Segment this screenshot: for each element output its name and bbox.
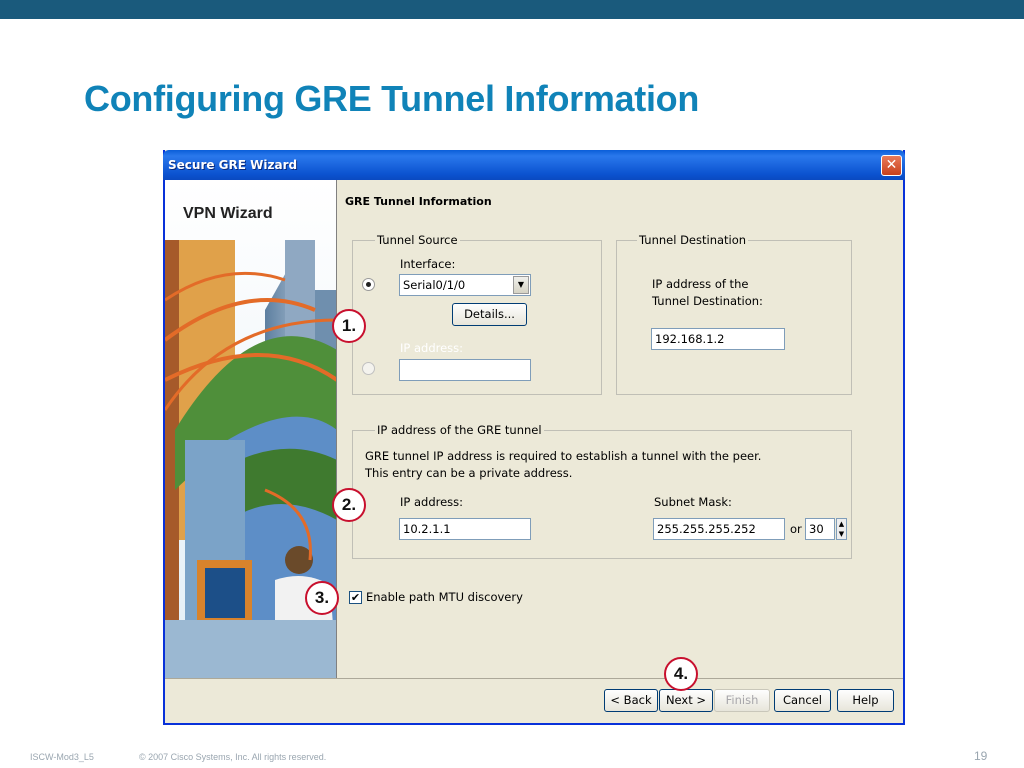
gre-desc-line2: This entry can be a private address. [365, 466, 573, 480]
interface-select-value: Serial0/1/0 [403, 278, 466, 292]
prefix-spinner[interactable]: ▲ ▼ [836, 518, 847, 540]
back-button[interactable]: < Back [604, 689, 658, 712]
help-button[interactable]: Help [837, 689, 894, 712]
or-label: or [790, 522, 802, 536]
step-1-badge: 1. [332, 309, 366, 343]
mtu-label: Enable path MTU discovery [366, 590, 523, 604]
gre-tunnel-legend: IP address of the GRE tunnel [377, 423, 542, 437]
step-2-badge: 2. [332, 488, 366, 522]
interface-radio[interactable] [362, 278, 375, 291]
close-button[interactable]: ✕ [881, 155, 902, 176]
finish-button[interactable]: Finish [714, 689, 770, 712]
bottom-separator [165, 678, 903, 679]
gre-ip-input[interactable]: 10.2.1.1 [399, 518, 531, 540]
slide-title: Configuring GRE Tunnel Information [84, 78, 700, 119]
destination-desc-line2: Tunnel Destination: [652, 294, 763, 308]
ip-address-radio[interactable] [362, 362, 375, 375]
next-button[interactable]: Next > [659, 689, 713, 712]
mtu-checkbox[interactable]: ✔ [349, 591, 362, 604]
section-title: GRE Tunnel Information [345, 195, 492, 208]
page-number: 19 [974, 749, 988, 763]
wizard-content: GRE Tunnel Information Tunnel Source Int… [337, 180, 903, 678]
tunnel-destination-legend: Tunnel Destination [639, 233, 747, 247]
interface-label: Interface: [400, 257, 456, 271]
source-ip-label: IP address: [400, 341, 464, 355]
window-titlebar[interactable]: Secure GRE Wizard ✕ [163, 150, 905, 180]
destination-ip-input[interactable]: 192.168.1.2 [651, 328, 785, 350]
spinner-up-icon[interactable]: ▲ [837, 519, 846, 529]
vpn-wizard-label: VPN Wizard [183, 205, 273, 222]
details-button[interactable]: Details... [452, 303, 527, 326]
chevron-down-icon[interactable]: ▼ [513, 276, 529, 294]
step-4-badge: 4. [664, 657, 698, 691]
gre-desc-line1: GRE tunnel IP address is required to est… [365, 449, 762, 463]
spinner-down-icon[interactable]: ▼ [837, 529, 846, 539]
footer-course-id: ISCW-Mod3_L5 [30, 752, 94, 762]
footer-copyright: © 2007 Cisco Systems, Inc. All rights re… [139, 752, 327, 762]
subnet-mask-input[interactable]: 255.255.255.252 [653, 518, 785, 540]
destination-desc-line1: IP address of the [652, 277, 749, 291]
tunnel-destination-group: Tunnel Destination [616, 233, 852, 395]
cancel-button[interactable]: Cancel [774, 689, 831, 712]
top-banner [0, 0, 1024, 19]
prefix-length-input[interactable]: 30 [805, 518, 835, 540]
interface-select[interactable]: Serial0/1/0 ▼ [399, 274, 531, 296]
step-3-badge: 3. [305, 581, 339, 615]
subnet-mask-label: Subnet Mask: [654, 495, 732, 509]
window-title: Secure GRE Wizard [168, 158, 298, 172]
wizard-window: Secure GRE Wizard ✕ VPN Wizard GRE Tunne… [163, 150, 905, 725]
tunnel-source-legend: Tunnel Source [377, 233, 458, 247]
source-ip-input[interactable] [399, 359, 531, 381]
gre-ip-label: IP address: [400, 495, 464, 509]
